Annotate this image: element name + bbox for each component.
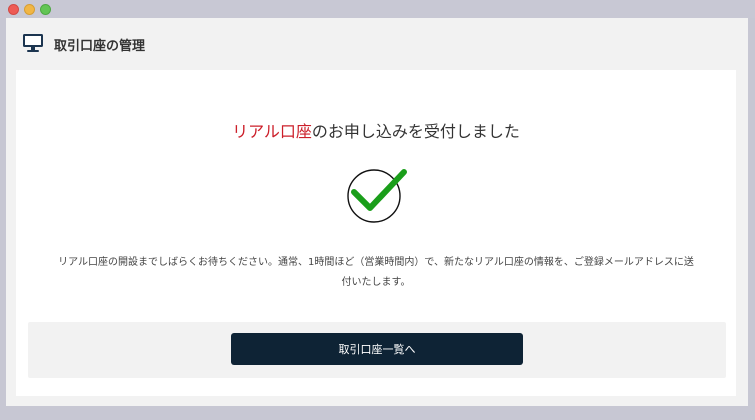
confirmation-message: リアル口座の開設までしばらくお待ちください。通常、1時間ほど（営業時間内）で、新… — [58, 257, 694, 288]
heading-accent-text: リアル口座 — [232, 122, 312, 141]
action-area: 取引口座一覧へ — [28, 322, 726, 378]
monitor-icon — [23, 34, 43, 52]
heading-rest-text: のお申し込みを受付しました — [311, 122, 520, 141]
window-titlebar — [0, 0, 755, 18]
page-header: 取引口座の管理 — [6, 18, 748, 70]
main-frame: 取引口座の管理 リアル口座のお申し込みを受付しました リアル口座の開設までしばら… — [6, 18, 748, 406]
app-window: 取引口座の管理 リアル口座のお申し込みを受付しました リアル口座の開設までしばら… — [0, 0, 755, 420]
window-bottom-edge — [0, 406, 755, 420]
go-to-account-list-button[interactable]: 取引口座一覧へ — [231, 333, 523, 365]
page-title: 取引口座の管理 — [54, 39, 146, 54]
close-window-button[interactable] — [8, 4, 19, 15]
minimize-window-button[interactable] — [24, 4, 35, 15]
check-circle-icon — [347, 169, 407, 223]
maximize-window-button[interactable] — [40, 4, 51, 15]
confirmation-panel: リアル口座のお申し込みを受付しました リアル口座の開設までしばらくお待ちください… — [16, 70, 736, 396]
confirmation-heading: リアル口座のお申し込みを受付しました — [16, 118, 736, 142]
